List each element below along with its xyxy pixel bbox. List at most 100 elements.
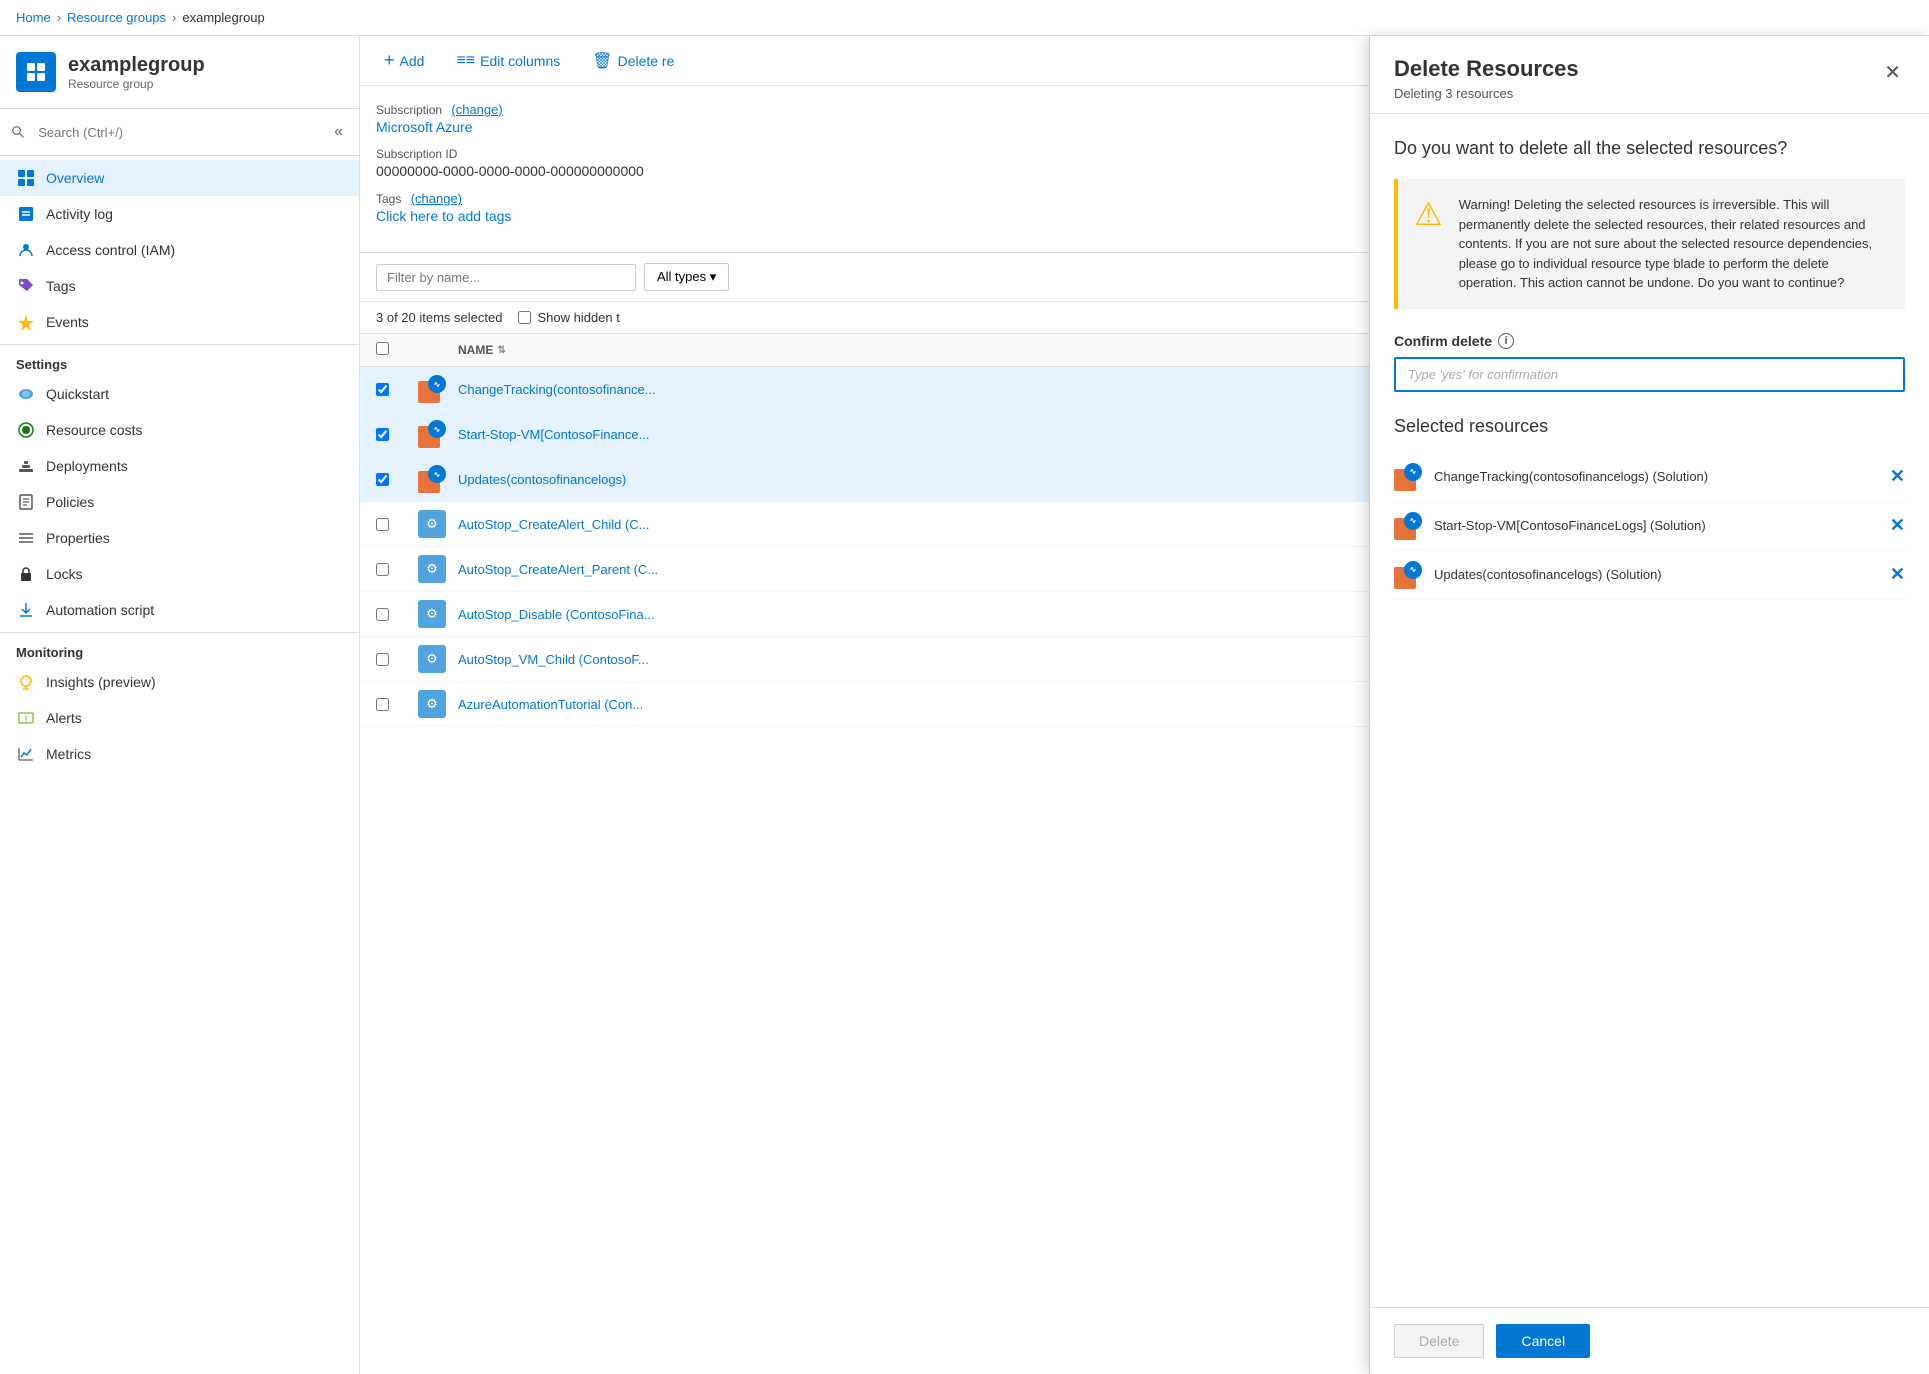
resource-icon: ∿ — [414, 375, 450, 403]
row-checkbox[interactable] — [376, 383, 389, 396]
row-checkbox[interactable] — [376, 428, 389, 441]
row-checkbox[interactable] — [376, 473, 389, 486]
sidebar-item-overview[interactable]: Overview — [0, 160, 359, 196]
resource-icon: ∿ — [1394, 561, 1422, 589]
delete-confirm-button[interactable]: Delete — [1394, 1324, 1484, 1358]
remove-resource-button[interactable]: ✕ — [1890, 564, 1905, 585]
events-icon — [16, 312, 36, 332]
sidebar-item-quickstart[interactable]: Quickstart — [0, 376, 359, 412]
search-input[interactable] — [30, 120, 324, 145]
sidebar-item-deployments[interactable]: Deployments — [0, 448, 359, 484]
edit-columns-button[interactable]: ≡≡ Edit columns — [448, 48, 568, 74]
quickstart-icon — [16, 384, 36, 404]
sidebar-item-resource-costs[interactable]: Resource costs — [0, 412, 359, 448]
row-checkbox[interactable] — [376, 653, 389, 666]
filter-input[interactable] — [376, 264, 636, 291]
sidebar-item-automation-script[interactable]: Automation script — [0, 592, 359, 628]
remove-resource-button[interactable]: ✕ — [1890, 515, 1905, 536]
insights-icon — [16, 672, 36, 692]
sidebar-item-events[interactable]: Events — [0, 304, 359, 340]
subscription-change-link[interactable]: (change) — [451, 102, 502, 117]
properties-icon — [16, 528, 36, 548]
breadcrumb-home[interactable]: Home — [16, 10, 51, 25]
resource-icon: ∿ — [1394, 463, 1422, 491]
sidebar-item-activity-log[interactable]: Activity log — [0, 196, 359, 232]
resource-icon: ∿ — [414, 420, 450, 448]
metrics-icon — [16, 744, 36, 764]
selected-resource-item: ∿ ChangeTracking(contosofinancelogs) (So… — [1394, 453, 1905, 502]
sidebar-item-access-control[interactable]: Access control (IAM) — [0, 232, 359, 268]
panel-body: Do you want to delete all the selected r… — [1370, 114, 1929, 1307]
select-all-checkbox[interactable] — [376, 342, 389, 355]
sidebar-item-locks[interactable]: Locks — [0, 556, 359, 592]
overview-icon — [16, 168, 36, 188]
sidebar-item-tags[interactable]: Tags — [0, 268, 359, 304]
row-checkbox[interactable] — [376, 518, 389, 531]
all-types-dropdown[interactable]: All types ▾ — [644, 263, 729, 291]
resource-icon: ⚙ — [414, 690, 450, 718]
sidebar-item-label: Access control (IAM) — [46, 242, 175, 258]
access-control-icon — [16, 240, 36, 260]
panel-footer: Delete Cancel — [1370, 1307, 1929, 1374]
breadcrumb-resource-groups[interactable]: Resource groups — [67, 10, 166, 25]
sidebar-item-label: Events — [46, 314, 89, 330]
row-checkbox[interactable] — [376, 563, 389, 576]
add-button[interactable]: + Add — [376, 46, 432, 75]
panel-close-button[interactable]: ✕ — [1880, 56, 1905, 89]
sidebar-resource-type: Resource group — [68, 77, 205, 91]
sidebar-item-insights[interactable]: Insights (preview) — [0, 664, 359, 700]
delete-resources-panel: Delete Resources Deleting 3 resources ✕ … — [1369, 36, 1929, 1374]
remove-resource-button[interactable]: ✕ — [1890, 466, 1905, 487]
confirm-input[interactable] — [1394, 357, 1905, 392]
sidebar-item-label: Automation script — [46, 602, 154, 618]
sidebar-item-label: Overview — [46, 170, 104, 186]
selected-resources-title: Selected resources — [1394, 416, 1905, 437]
sidebar-resource-name: examplegroup — [68, 54, 205, 77]
sidebar-item-label: Policies — [46, 494, 94, 510]
svg-text:!: ! — [25, 714, 28, 724]
resource-icon: ⚙ — [414, 645, 450, 673]
tags-add-link[interactable]: Click here to add tags — [376, 208, 511, 224]
row-checkbox[interactable] — [376, 698, 389, 711]
warning-text: Warning! Deleting the selected resources… — [1459, 195, 1889, 293]
sidebar-item-alerts[interactable]: ! Alerts — [0, 700, 359, 736]
resource-icon: ∿ — [1394, 512, 1422, 540]
selected-resource-item: ∿ Updates(contosofinancelogs) (Solution)… — [1394, 551, 1905, 600]
subscription-value-link[interactable]: Microsoft Azure — [376, 119, 472, 135]
resource-icon: ∿ — [414, 465, 450, 493]
warning-icon: ⚠ — [1414, 195, 1443, 293]
resource-name: Start-Stop-VM[ContosoFinanceLogs] (Solut… — [1434, 518, 1878, 533]
sidebar-item-label: Properties — [46, 530, 110, 546]
row-checkbox[interactable] — [376, 608, 389, 621]
sidebar-item-label: Tags — [46, 278, 76, 294]
breadcrumb-current: examplegroup — [182, 10, 264, 25]
resource-icon: ⚙ — [414, 600, 450, 628]
cancel-button[interactable]: Cancel — [1496, 1324, 1590, 1358]
sidebar-collapse-button[interactable]: « — [330, 119, 347, 145]
locks-icon — [16, 564, 36, 584]
sidebar-header: examplegroup Resource group — [0, 36, 359, 109]
sort-arrows-icon: ⇅ — [497, 345, 505, 356]
tags-change-link[interactable]: (change) — [411, 191, 462, 206]
panel-subtitle: Deleting 3 resources — [1394, 86, 1579, 101]
panel-question: Do you want to delete all the selected r… — [1394, 138, 1905, 159]
search-icon — [12, 125, 24, 139]
sidebar-item-label: Deployments — [46, 458, 128, 474]
resource-icon: ⚙ — [414, 555, 450, 583]
sidebar-item-label: Alerts — [46, 710, 82, 726]
delete-button[interactable]: 🗑 Delete re — [584, 47, 682, 75]
sidebar-item-metrics[interactable]: Metrics — [0, 736, 359, 772]
confirm-label: Confirm delete i — [1394, 333, 1905, 349]
policies-icon — [16, 492, 36, 512]
sidebar-item-properties[interactable]: Properties — [0, 520, 359, 556]
resource-icon: ⚙ — [414, 510, 450, 538]
sidebar-item-label: Metrics — [46, 746, 91, 762]
show-hidden-checkbox[interactable] — [518, 311, 531, 324]
resource-costs-icon — [16, 420, 36, 440]
panel-title: Delete Resources — [1394, 56, 1579, 82]
info-icon: i — [1498, 333, 1514, 349]
sidebar-item-label: Activity log — [46, 206, 113, 222]
columns-icon: ≡≡ — [456, 52, 475, 70]
sidebar-item-policies[interactable]: Policies — [0, 484, 359, 520]
selected-resource-item: ∿ Start-Stop-VM[ContosoFinanceLogs] (Sol… — [1394, 502, 1905, 551]
